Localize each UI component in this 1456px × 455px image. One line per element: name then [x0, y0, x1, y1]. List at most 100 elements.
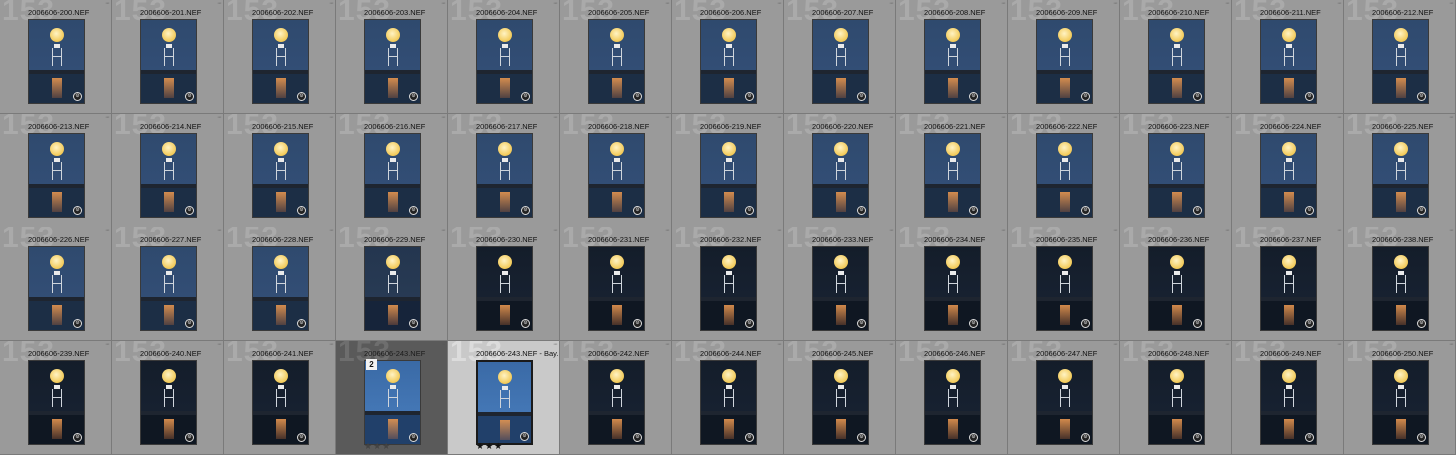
photo-thumbnail[interactable]: ⚙ — [364, 19, 421, 104]
ellipsis-icon[interactable]: ··· — [1337, 114, 1342, 121]
photo-thumbnail[interactable]: ⚙ — [1036, 19, 1093, 104]
photo-thumbnail[interactable]: ⚙ — [700, 19, 757, 104]
ellipsis-icon[interactable]: ··· — [1113, 341, 1118, 348]
thumbnail-cell[interactable]: 153 2006606-225.NEF ··· ⚙ — [1344, 113, 1456, 228]
photo-thumbnail[interactable]: ⚙ — [364, 359, 421, 445]
photo-thumbnail[interactable]: ⚙ — [1260, 359, 1317, 445]
ellipsis-icon[interactable]: ··· — [1337, 227, 1342, 234]
thumbnail-cell[interactable]: 153 2006606-205.NEF ··· ⚙ — [560, 0, 672, 114]
ellipsis-icon[interactable]: ··· — [889, 227, 894, 234]
thumbnail-cell[interactable]: 153 2006606-238.NEF ··· ⚙ — [1344, 227, 1456, 341]
thumbnail-cell[interactable]: 153 2006606-230.NEF ··· ⚙ — [448, 227, 560, 341]
ellipsis-icon[interactable]: ··· — [1113, 114, 1118, 121]
photo-thumbnail[interactable]: ⚙ — [924, 359, 981, 445]
thumbnail-cell[interactable]: 153 2006606-215.NEF ··· ⚙ — [224, 113, 336, 228]
ellipsis-icon[interactable]: ··· — [1337, 341, 1342, 348]
ellipsis-icon[interactable]: ··· — [1001, 227, 1006, 234]
thumbnail-cell[interactable]: 153 2006606-227.NEF ··· ⚙ — [112, 227, 224, 341]
photo-thumbnail[interactable]: ⚙ — [588, 19, 645, 104]
thumbnail-cell[interactable]: 153 2006606-242.NEF ··· ⚙ — [560, 340, 672, 455]
photo-thumbnail[interactable]: ⚙ — [700, 246, 757, 331]
thumbnail-cell[interactable]: 153 2006606-200.NEF ··· ⚙ — [0, 0, 112, 114]
thumbnail-cell[interactable]: 153 2006606-234.NEF ··· ⚙ — [896, 227, 1008, 341]
ellipsis-icon[interactable]: ··· — [441, 0, 446, 7]
thumbnail-cell[interactable]: 153 2006606-201.NEF ··· ⚙ — [112, 0, 224, 114]
ellipsis-icon[interactable]: ··· — [329, 227, 334, 234]
ellipsis-icon[interactable]: ··· — [665, 227, 670, 234]
photo-thumbnail[interactable]: ⚙ — [140, 359, 197, 445]
ellipsis-icon[interactable]: ··· — [889, 341, 894, 348]
thumbnail-cell[interactable]: 153 2006606-235.NEF ··· ⚙ — [1008, 227, 1120, 341]
ellipsis-icon[interactable]: ··· — [329, 341, 334, 348]
ellipsis-icon[interactable]: ··· — [1449, 0, 1454, 7]
photo-thumbnail[interactable]: ⚙ — [812, 132, 869, 218]
photo-thumbnail[interactable]: ⚙ — [1148, 19, 1205, 104]
ellipsis-icon[interactable]: ··· — [1449, 341, 1454, 348]
photo-thumbnail[interactable]: ⚙ — [924, 132, 981, 218]
ellipsis-icon[interactable]: ··· — [1449, 227, 1454, 234]
ellipsis-icon[interactable]: ··· — [553, 114, 558, 121]
photo-thumbnail[interactable]: ⚙ — [252, 246, 309, 331]
photo-thumbnail[interactable]: ⚙ — [1036, 359, 1093, 445]
ellipsis-icon[interactable]: ··· — [441, 114, 446, 121]
photo-thumbnail[interactable]: ⚙ — [28, 246, 85, 331]
photo-thumbnail[interactable]: ⚙ — [700, 359, 757, 445]
thumbnail-cell[interactable]: 153 2006606-248.NEF ··· ⚙ — [1120, 340, 1232, 455]
ellipsis-icon[interactable]: ··· — [217, 114, 222, 121]
photo-thumbnail[interactable]: ⚙ — [588, 359, 645, 445]
photo-thumbnail[interactable]: ⚙ — [140, 19, 197, 104]
thumbnail-cell[interactable]: 153 2006606-211.NEF ··· ⚙ — [1232, 0, 1344, 114]
thumbnail-cell[interactable]: 153 2006606-212.NEF ··· ⚙ — [1344, 0, 1456, 114]
photo-thumbnail[interactable]: ⚙ — [252, 359, 309, 445]
thumbnail-cell[interactable]: 153 2006606-229.NEF ··· ⚙ — [336, 227, 448, 341]
ellipsis-icon[interactable]: ··· — [889, 114, 894, 121]
photo-thumbnail[interactable]: ⚙ — [140, 132, 197, 218]
photo-thumbnail[interactable]: ⚙ — [364, 246, 421, 331]
ellipsis-icon[interactable]: ··· — [553, 0, 558, 7]
photo-thumbnail[interactable]: ⚙ — [252, 19, 309, 104]
photo-thumbnail[interactable]: ⚙ — [364, 132, 421, 218]
ellipsis-icon[interactable]: ··· — [329, 114, 334, 121]
ellipsis-icon[interactable]: ··· — [1225, 341, 1230, 348]
thumbnail-cell[interactable]: 153 2006606-237.NEF ··· ⚙ — [1232, 227, 1344, 341]
thumbnail-cell[interactable]: 153 2006606-210.NEF ··· ⚙ — [1120, 0, 1232, 114]
photo-thumbnail[interactable]: ⚙ — [588, 246, 645, 331]
ellipsis-icon[interactable]: ··· — [553, 227, 558, 234]
ellipsis-icon[interactable]: ··· — [777, 114, 782, 121]
photo-thumbnail[interactable]: ⚙ — [924, 19, 981, 104]
thumbnail-cell[interactable]: 153 2006606-214.NEF ··· ⚙ — [112, 113, 224, 228]
ellipsis-icon[interactable]: ··· — [1113, 227, 1118, 234]
thumbnail-cell[interactable]: 153 2006606-240.NEF ··· ⚙ — [112, 340, 224, 455]
thumbnail-cell[interactable]: 153 2006606-245.NEF ··· ⚙ — [784, 340, 896, 455]
photo-thumbnail[interactable]: ⚙ — [1372, 246, 1429, 331]
photo-thumbnail[interactable]: ⚙ — [1036, 246, 1093, 331]
ellipsis-icon[interactable]: ··· — [105, 114, 110, 121]
photo-thumbnail[interactable]: ⚙ — [812, 19, 869, 104]
thumbnail-cell[interactable]: 153 2006606-202.NEF ··· ⚙ — [224, 0, 336, 114]
thumbnail-cell[interactable]: 153 2006606-203.NEF ··· ⚙ — [336, 0, 448, 114]
thumbnail-cell[interactable]: 153 2006606-220.NEF ··· ⚙ — [784, 113, 896, 228]
ellipsis-icon[interactable]: ··· — [777, 0, 782, 7]
photo-thumbnail[interactable]: ⚙ — [140, 246, 197, 331]
ellipsis-icon[interactable]: ··· — [329, 0, 334, 7]
photo-thumbnail[interactable]: ⚙ — [1148, 359, 1205, 445]
photo-thumbnail[interactable]: ⚙ — [924, 246, 981, 331]
thumbnail-cell[interactable]: 153 2006606-233.NEF ··· ⚙ — [784, 227, 896, 341]
stack-count-badge[interactable]: 2 — [366, 358, 377, 370]
photo-thumbnail[interactable]: ⚙ — [1372, 359, 1429, 445]
ellipsis-icon[interactable]: ··· — [105, 0, 110, 7]
photo-thumbnail[interactable]: ⚙ — [1260, 19, 1317, 104]
thumbnail-cell[interactable]: 153 2006606-208.NEF ··· ⚙ — [896, 0, 1008, 114]
thumbnail-cell[interactable]: 153 2006606-209.NEF ··· ⚙ — [1008, 0, 1120, 114]
photo-thumbnail[interactable]: ⚙ — [28, 132, 85, 218]
star-rating[interactable]: ★★★ — [476, 441, 503, 452]
ellipsis-icon[interactable]: ··· — [1001, 341, 1006, 348]
ellipsis-icon[interactable]: ··· — [1225, 0, 1230, 7]
thumbnail-cell[interactable]: 153 2006606-222.NEF ··· ⚙ — [1008, 113, 1120, 228]
thumbnail-cell[interactable]: 153 2006606-226.NEF ··· ⚙ — [0, 227, 112, 341]
ellipsis-icon[interactable]: ··· — [441, 227, 446, 234]
photo-thumbnail[interactable]: ⚙ — [588, 132, 645, 218]
thumbnail-cell[interactable]: 153 2006606-247.NEF ··· ⚙ — [1008, 340, 1120, 455]
ellipsis-icon[interactable]: ··· — [105, 341, 110, 348]
ellipsis-icon[interactable]: ··· — [665, 0, 670, 7]
